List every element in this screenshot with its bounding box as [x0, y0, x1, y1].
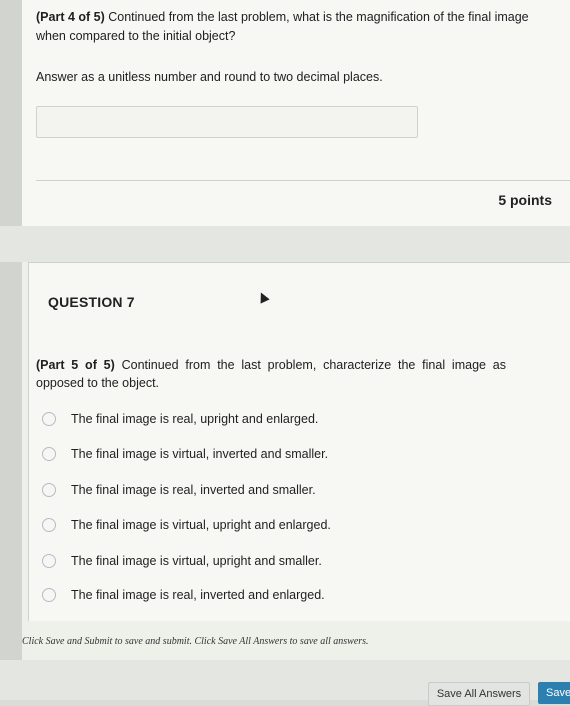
option-label: The final image is real, upright and enl…: [71, 412, 319, 426]
option-label: The final image is virtual, inverted and…: [71, 447, 329, 461]
option-5[interactable]: The final image is virtual, upright and …: [42, 550, 462, 572]
option-label: The final image is virtual, upright and …: [71, 518, 331, 532]
option-2[interactable]: The final image is virtual, inverted and…: [42, 443, 462, 465]
option-4[interactable]: The final image is virtual, upright and …: [42, 514, 462, 536]
option-label: The final image is real, inverted and en…: [71, 588, 325, 602]
radio-button[interactable]: [42, 447, 56, 461]
save-all-answers-button[interactable]: Save All Answers: [428, 682, 530, 706]
answer-input[interactable]: [36, 106, 418, 138]
radio-button[interactable]: [42, 554, 56, 568]
option-label: The final image is virtual, upright and …: [71, 554, 322, 568]
part-label: (Part 5 of 5): [36, 358, 115, 372]
question-part4-prompt: (Part 4 of 5) Continued from the last pr…: [36, 8, 536, 46]
points-label: 5 points: [498, 192, 552, 208]
prompt-text: Continued from the last problem, what is…: [36, 10, 529, 43]
section-gap: [0, 226, 570, 262]
footer-instructions: Click Save and Submit to save and submit…: [22, 636, 369, 647]
radio-button[interactable]: [42, 518, 56, 532]
save-and-submit-button[interactable]: Save: [538, 682, 570, 704]
option-6[interactable]: The final image is real, inverted and en…: [42, 584, 462, 606]
question-part4-instructions: Answer as a unitless number and round to…: [36, 70, 383, 84]
radio-button[interactable]: [42, 483, 56, 497]
radio-button[interactable]: [42, 412, 56, 426]
option-label: The final image is real, inverted and sm…: [71, 483, 316, 497]
question-number: QUESTION 7: [48, 294, 135, 310]
question7-prompt: (Part 5 of 5) Continued from the last pr…: [36, 356, 506, 392]
radio-button[interactable]: [42, 588, 56, 602]
left-edge: [0, 0, 22, 700]
option-1[interactable]: The final image is real, upright and enl…: [42, 408, 462, 430]
part-label: (Part 4 of 5): [36, 10, 105, 24]
option-3[interactable]: The final image is real, inverted and sm…: [42, 479, 462, 501]
divider: [36, 180, 570, 181]
